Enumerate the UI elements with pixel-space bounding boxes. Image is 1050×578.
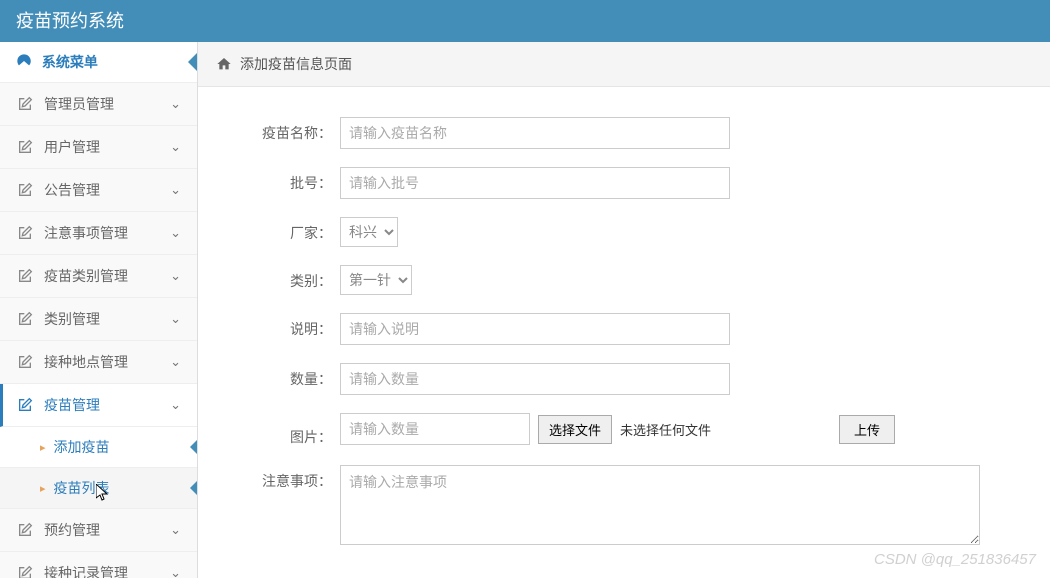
- label-quantity: 数量：: [210, 363, 340, 389]
- indicator-arrow: [188, 52, 198, 72]
- file-status-text: 未选择任何文件: [620, 420, 711, 439]
- sidebar-item-records[interactable]: 接种记录管理 ⌄: [0, 552, 197, 578]
- sidebar-item-label: 管理员管理: [44, 94, 114, 114]
- input-batch[interactable]: [340, 167, 730, 199]
- chevron-down-icon: ⌄: [170, 96, 181, 112]
- sidebar-item-label: 类别管理: [44, 309, 100, 329]
- edit-icon: [16, 139, 34, 155]
- upload-button[interactable]: 上传: [839, 415, 895, 444]
- edit-icon: [16, 397, 34, 413]
- edit-icon: [16, 96, 34, 112]
- chevron-down-icon: ⌄: [170, 397, 181, 413]
- chevron-down-icon: ⌄: [170, 182, 181, 198]
- sidebar-item-label: 预约管理: [44, 520, 100, 540]
- form-panel: 疫苗名称： 批号： 厂家： 科兴 类别：: [210, 99, 1038, 578]
- caret-right-icon: ▸: [40, 441, 46, 454]
- label-category: 类别：: [210, 265, 340, 291]
- breadcrumb-title: 添加疫苗信息页面: [240, 54, 352, 74]
- chevron-down-icon: ⌄: [170, 522, 181, 538]
- submenu-item-label: 疫苗列表: [54, 478, 110, 498]
- edit-icon: [16, 182, 34, 198]
- sidebar-item-vaccine[interactable]: 疫苗管理 ⌄: [0, 384, 197, 427]
- label-description: 说明：: [210, 313, 340, 339]
- choose-file-button[interactable]: 选择文件: [538, 415, 612, 444]
- submenu-item-vaccine-list[interactable]: ▸ 疫苗列表: [0, 468, 197, 509]
- sidebar-item-user[interactable]: 用户管理 ⌄: [0, 126, 197, 169]
- label-image: 图片：: [210, 413, 340, 447]
- edit-icon: [16, 311, 34, 327]
- menu-header: 系统菜单: [0, 42, 197, 83]
- sidebar-item-label: 用户管理: [44, 137, 100, 157]
- chevron-down-icon: ⌄: [170, 139, 181, 155]
- sidebar-item-label: 注意事项管理: [44, 223, 128, 243]
- breadcrumb: 添加疫苗信息页面: [198, 42, 1050, 87]
- edit-icon: [16, 225, 34, 241]
- edit-icon: [16, 268, 34, 284]
- sidebar: 系统菜单 管理员管理 ⌄ 用户管理 ⌄ 公告管理 ⌄ 注意事项管理 ⌄ 疫苗类别…: [0, 42, 198, 578]
- chevron-down-icon: ⌄: [170, 225, 181, 241]
- label-batch: 批号：: [210, 167, 340, 193]
- input-image-path[interactable]: [340, 413, 530, 445]
- sidebar-item-label: 疫苗管理: [44, 395, 100, 415]
- select-manufacturer[interactable]: 科兴: [340, 217, 398, 247]
- indicator-arrow: [190, 439, 198, 455]
- input-vaccine-name[interactable]: [340, 117, 730, 149]
- input-description[interactable]: [340, 313, 730, 345]
- sidebar-item-vaccine-category[interactable]: 疫苗类别管理 ⌄: [0, 255, 197, 298]
- select-category[interactable]: 第一针: [340, 265, 412, 295]
- submenu-item-add-vaccine[interactable]: ▸ 添加疫苗: [0, 427, 197, 468]
- chevron-down-icon: ⌄: [170, 354, 181, 370]
- indicator-arrow: [190, 480, 198, 496]
- label-vaccine-name: 疫苗名称：: [210, 117, 340, 143]
- textarea-precautions[interactable]: [340, 465, 980, 545]
- sidebar-item-label: 接种地点管理: [44, 352, 128, 372]
- sidebar-item-label: 接种记录管理: [44, 563, 128, 578]
- sidebar-item-category[interactable]: 类别管理 ⌄: [0, 298, 197, 341]
- chevron-down-icon: ⌄: [170, 311, 181, 327]
- app-header: 疫苗预约系统: [0, 0, 1050, 42]
- edit-icon: [16, 354, 34, 370]
- chevron-down-icon: ⌄: [170, 565, 181, 578]
- dashboard-icon: [16, 53, 32, 69]
- label-precautions: 注意事项：: [210, 465, 340, 491]
- edit-icon: [16, 565, 34, 578]
- sidebar-item-label: 疫苗类别管理: [44, 266, 128, 286]
- sidebar-item-notice[interactable]: 公告管理 ⌄: [0, 169, 197, 212]
- sidebar-item-precaution[interactable]: 注意事项管理 ⌄: [0, 212, 197, 255]
- sidebar-item-admin[interactable]: 管理员管理 ⌄: [0, 83, 197, 126]
- label-manufacturer: 厂家：: [210, 217, 340, 243]
- caret-right-icon: ▸: [40, 482, 46, 495]
- input-quantity[interactable]: [340, 363, 730, 395]
- app-title: 疫苗预约系统: [16, 11, 124, 31]
- home-icon: [216, 56, 232, 72]
- sidebar-item-location[interactable]: 接种地点管理 ⌄: [0, 341, 197, 384]
- main-content: 添加疫苗信息页面 疫苗名称： 批号： 厂家： 科兴: [198, 42, 1050, 578]
- chevron-down-icon: ⌄: [170, 268, 181, 284]
- submenu-item-label: 添加疫苗: [54, 437, 110, 457]
- sidebar-item-booking[interactable]: 预约管理 ⌄: [0, 509, 197, 552]
- sidebar-item-label: 公告管理: [44, 180, 100, 200]
- edit-icon: [16, 522, 34, 538]
